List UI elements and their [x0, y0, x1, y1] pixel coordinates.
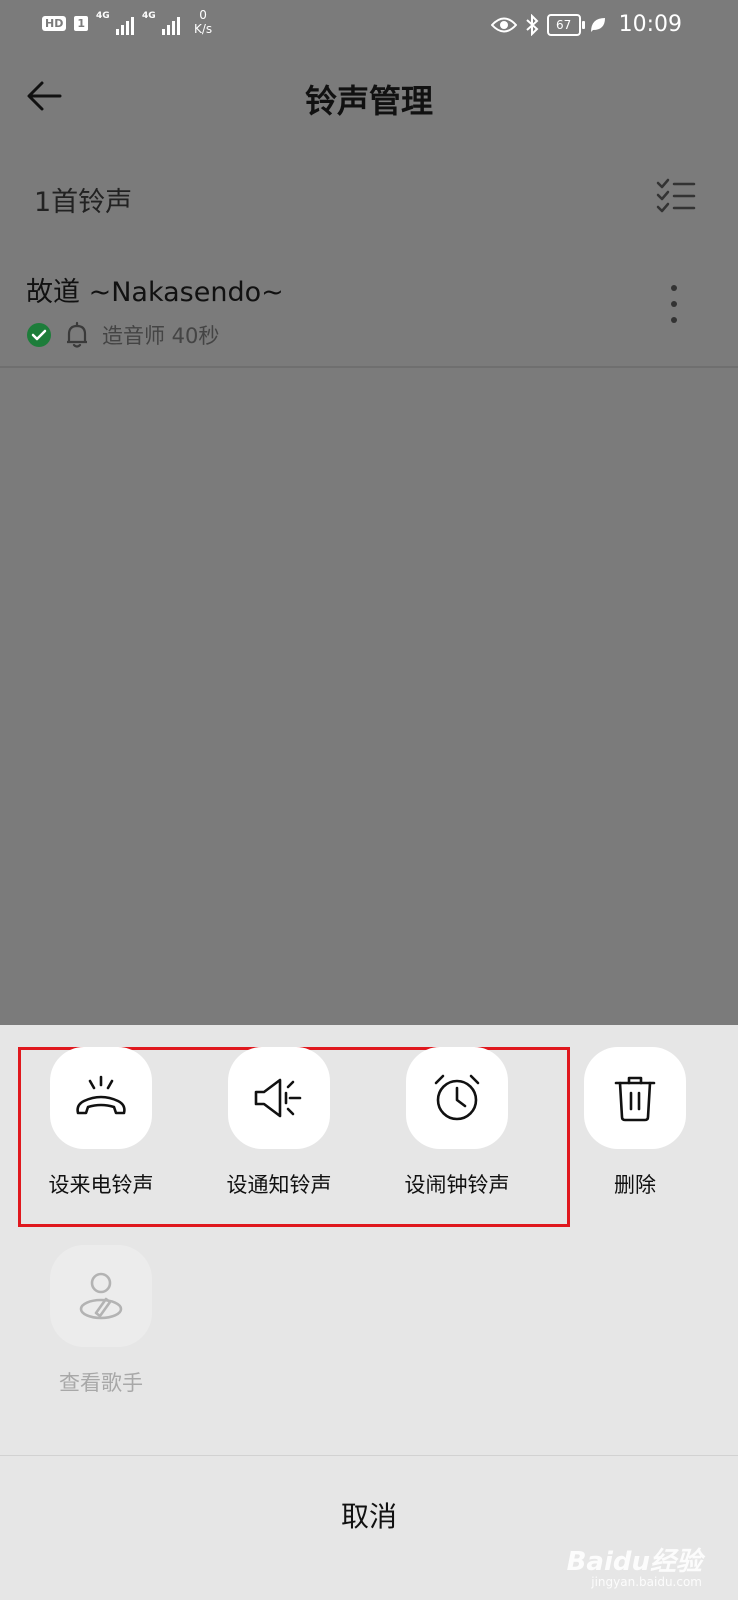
view-singer-tile[interactable] — [50, 1245, 152, 1347]
delete-label: 删除 — [614, 1173, 656, 1197]
set-notification-ringtone-label: 设通知铃声 — [226, 1173, 332, 1197]
bluetooth-icon — [525, 13, 539, 36]
delete-tile[interactable] — [584, 1047, 686, 1149]
set-alarm-ringtone-label: 设闹钟铃声 — [404, 1173, 510, 1197]
network-speed: 0 K/s — [194, 8, 212, 36]
ringtone-info: 造音师 40秒 — [102, 324, 220, 348]
watermark-text: Baidu经验 — [566, 1547, 702, 1577]
baidu-watermark: Baidu经验 jingyan.baidu.com — [566, 1541, 702, 1589]
hd-badge: HD — [42, 15, 67, 31]
set-notification-ringtone-tile[interactable] — [228, 1047, 330, 1149]
status-left: HD 1 4G 4G 0 K/s — [42, 8, 212, 36]
bell-icon — [67, 321, 87, 348]
speaker-icon — [254, 1078, 302, 1118]
status-right: 67 10:09 — [490, 12, 682, 37]
clock: 10:09 — [618, 12, 682, 37]
battery-icon: 67 — [546, 13, 585, 36]
set-alarm-ringtone-button[interactable]: 设闹钟铃声 — [382, 1047, 532, 1199]
list-item[interactable]: 故道 ~Nakasendo~ 造音师 40秒 — [0, 258, 738, 368]
ringtone-meta: 造音师 40秒 — [26, 320, 219, 350]
singer-icon — [79, 1272, 123, 1320]
action-sheet: 设来电铃声 设通知铃声 设闹钟铃声 删除 查看歌手 取消 — [0, 1025, 738, 1600]
signal-icon: 4G — [96, 11, 134, 35]
set-call-ringtone-tile[interactable] — [50, 1047, 152, 1149]
eye-icon — [490, 17, 517, 32]
leaf-icon — [590, 17, 605, 32]
alarm-clock-icon — [434, 1074, 480, 1121]
status-bar: HD 1 4G 4G 0 K/s 67 10:09 — [0, 0, 738, 52]
view-singer-button[interactable]: 查看歌手 — [26, 1245, 176, 1397]
speed-value: 0 — [199, 8, 207, 22]
page-title: 铃声管理 — [304, 82, 433, 120]
set-notification-ringtone-button[interactable]: 设通知铃声 — [204, 1047, 354, 1199]
set-call-ringtone-button[interactable]: 设来电铃声 — [26, 1047, 176, 1199]
network-type-label: 4G — [96, 11, 110, 21]
multi-select-icon[interactable] — [656, 178, 696, 214]
trash-icon — [614, 1076, 656, 1122]
ringtone-title: 故道 ~Nakasendo~ — [26, 277, 284, 308]
set-call-ringtone-label: 设来电铃声 — [48, 1173, 154, 1197]
more-vertical-icon[interactable] — [660, 282, 688, 326]
signal-icon-2: 4G — [142, 11, 180, 35]
set-alarm-ringtone-tile[interactable] — [406, 1047, 508, 1149]
check-circle-icon — [27, 323, 51, 347]
sim-badge: 1 — [74, 15, 88, 31]
speed-unit: K/s — [194, 22, 213, 36]
sheet-divider — [0, 1455, 738, 1456]
phone-ringing-icon — [76, 1075, 126, 1115]
network-type-label-2: 4G — [142, 11, 156, 21]
delete-button[interactable]: 删除 — [560, 1047, 710, 1199]
watermark-url: jingyan.baidu.com — [591, 1575, 702, 1589]
view-singer-label: 查看歌手 — [59, 1371, 143, 1395]
ringtone-count: 1首铃声 — [34, 187, 133, 218]
cancel-button[interactable]: 取消 — [0, 1495, 738, 1535]
